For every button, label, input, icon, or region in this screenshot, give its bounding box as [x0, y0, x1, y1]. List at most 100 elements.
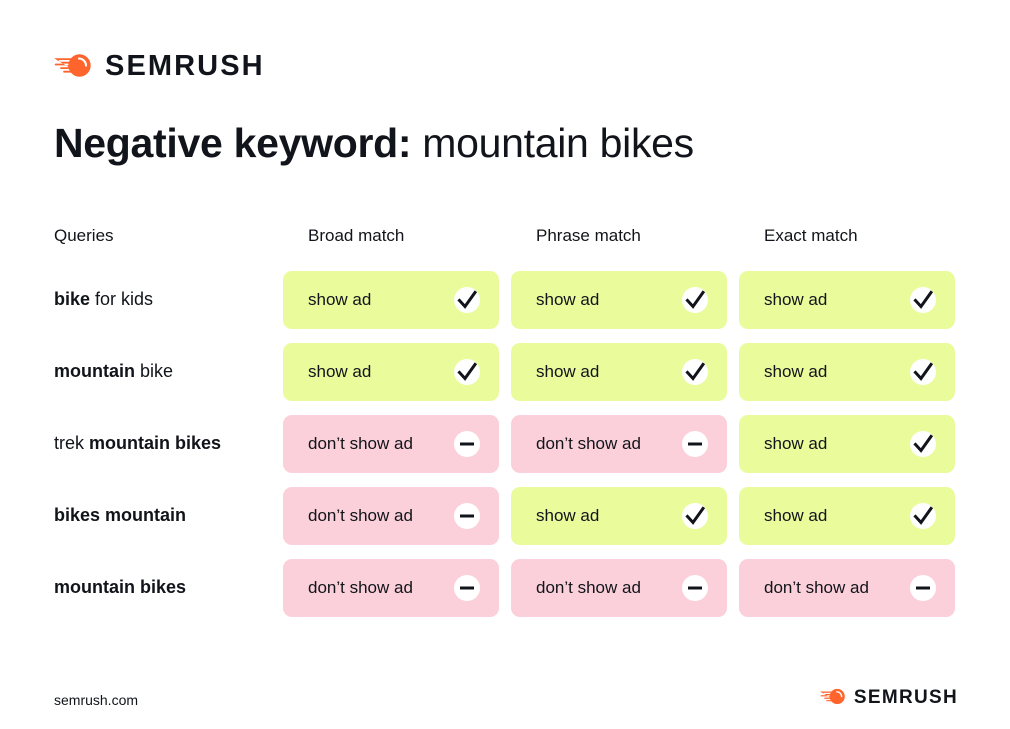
semrush-logo-header: SEMRUSH [54, 52, 265, 81]
check-icon-svg [457, 290, 478, 309]
query-term: for kids [90, 289, 154, 310]
cell-label: don’t show ad [308, 434, 413, 453]
minus-icon-svg [460, 514, 474, 518]
match-cell-show-ad: show ad [739, 343, 955, 401]
page-title-strong: Negative keyword: [54, 120, 412, 166]
match-cell-show-ad: show ad [511, 487, 727, 545]
table-header-row: Queries Broad match Phrase match Exact m… [54, 226, 959, 271]
header-exact-match: Exact match [764, 226, 858, 245]
cell-label: don’t show ad [308, 506, 413, 525]
check-icon [682, 287, 708, 313]
minus-icon [454, 575, 480, 601]
match-cell-show-ad: show ad [511, 343, 727, 401]
query-term-bold: mountain [54, 361, 135, 382]
minus-icon [454, 431, 480, 457]
row-cells: don’t show ad show ad show ad [283, 487, 959, 545]
cell-label: don’t show ad [536, 434, 641, 453]
semrush-wordmark: SEMRUSH [853, 687, 958, 708]
cell-label: show ad [764, 434, 828, 453]
query-label: bikes mountain [54, 504, 283, 527]
match-cell-show-ad: show ad [739, 271, 955, 329]
minus-icon-svg [688, 442, 702, 446]
match-cell-show-ad: show ad [739, 415, 955, 473]
minus-icon [682, 431, 708, 457]
query-label: mountain bikes [54, 576, 283, 599]
table-row: trek mountain bikes don’t show ad don’t sh… [54, 415, 959, 473]
query-term-bold: mountain bikes [89, 433, 222, 454]
match-type-table: Queries Broad match Phrase match Exact m… [54, 226, 959, 617]
cell-label: show ad [764, 362, 828, 381]
match-cell-dont-show-ad: don’t show ad [283, 559, 499, 617]
row-cells: don’t show ad don’t show ad show ad [283, 415, 959, 473]
cell-label: don’t show ad [308, 578, 413, 597]
semrush-comet-icon [54, 53, 94, 81]
row-cells: show ad show ad show ad [283, 271, 959, 329]
query-label: mountain bike [54, 360, 283, 383]
check-icon-svg [913, 290, 934, 309]
check-icon [454, 359, 480, 385]
match-cell-dont-show-ad: don’t show ad [511, 559, 727, 617]
match-cell-dont-show-ad: don’t show ad [739, 559, 955, 617]
match-cell-show-ad: show ad [283, 271, 499, 329]
check-icon-svg [685, 362, 706, 381]
check-icon [682, 359, 708, 385]
cell-label: show ad [536, 290, 600, 309]
semrush-comet-icon-svg [819, 688, 845, 705]
query-label: bike for kids [54, 288, 283, 311]
header-queries: Queries [54, 226, 114, 245]
cell-label: show ad [308, 362, 372, 381]
semrush-comet-icon [819, 688, 847, 707]
check-icon [910, 287, 936, 313]
check-icon-svg [457, 362, 478, 381]
query-term: bike [135, 361, 174, 382]
check-icon-svg [913, 434, 934, 453]
table-body: bike for kids show ad show ad show ad mounta… [54, 271, 959, 617]
cell-label: show ad [536, 362, 600, 381]
query-term: trek [54, 433, 90, 454]
semrush-comet-icon-svg [54, 53, 91, 77]
check-icon [910, 359, 936, 385]
table-row: mountain bike show ad show ad show ad [54, 343, 959, 401]
check-icon-svg [685, 506, 706, 525]
cell-label: show ad [308, 290, 372, 309]
cell-label: don’t show ad [536, 578, 641, 597]
query-term-bold: bike [54, 289, 91, 310]
check-icon-svg [913, 506, 934, 525]
row-cells: don’t show ad don’t show ad don’t show ad [283, 559, 959, 617]
match-cell-show-ad: show ad [739, 487, 955, 545]
minus-icon-svg [688, 586, 702, 590]
minus-icon [910, 575, 936, 601]
match-cell-dont-show-ad: don’t show ad [283, 487, 499, 545]
table-row: bikes mountain don’t show ad show ad show a… [54, 487, 959, 545]
check-icon [682, 503, 708, 529]
header-phrase-match: Phrase match [536, 226, 641, 245]
check-icon [910, 503, 936, 529]
minus-icon-svg [916, 586, 930, 590]
match-cell-show-ad: show ad [283, 343, 499, 401]
footer-url: semrush.com [54, 692, 139, 708]
cell-label: show ad [764, 290, 828, 309]
cell-label: don’t show ad [764, 578, 869, 597]
match-cell-show-ad: show ad [511, 271, 727, 329]
minus-icon [454, 503, 480, 529]
check-icon-svg [685, 290, 706, 309]
match-cell-dont-show-ad: don’t show ad [511, 415, 727, 473]
header-broad-match: Broad match [308, 226, 405, 245]
page-title-light: mountain bikes [411, 120, 694, 166]
query-term-bold: bikes mountain [54, 505, 187, 526]
check-icon [454, 287, 480, 313]
query-label: trek mountain bikes [54, 432, 283, 455]
check-icon [910, 431, 936, 457]
minus-icon-svg [460, 586, 474, 590]
match-cell-dont-show-ad: don’t show ad [283, 415, 499, 473]
header-columns: Broad match Phrase match Exact match [283, 226, 959, 246]
table-row: bike for kids show ad show ad show ad [54, 271, 959, 329]
cell-label: show ad [536, 506, 600, 525]
semrush-wordmark: SEMRUSH [105, 50, 265, 82]
check-icon-svg [913, 362, 934, 381]
query-term-bold: mountain bikes [54, 577, 187, 598]
cell-label: show ad [764, 506, 828, 525]
page-title: Negative keyword: mountain bikes [54, 118, 694, 169]
minus-icon [682, 575, 708, 601]
minus-icon-svg [460, 442, 474, 446]
